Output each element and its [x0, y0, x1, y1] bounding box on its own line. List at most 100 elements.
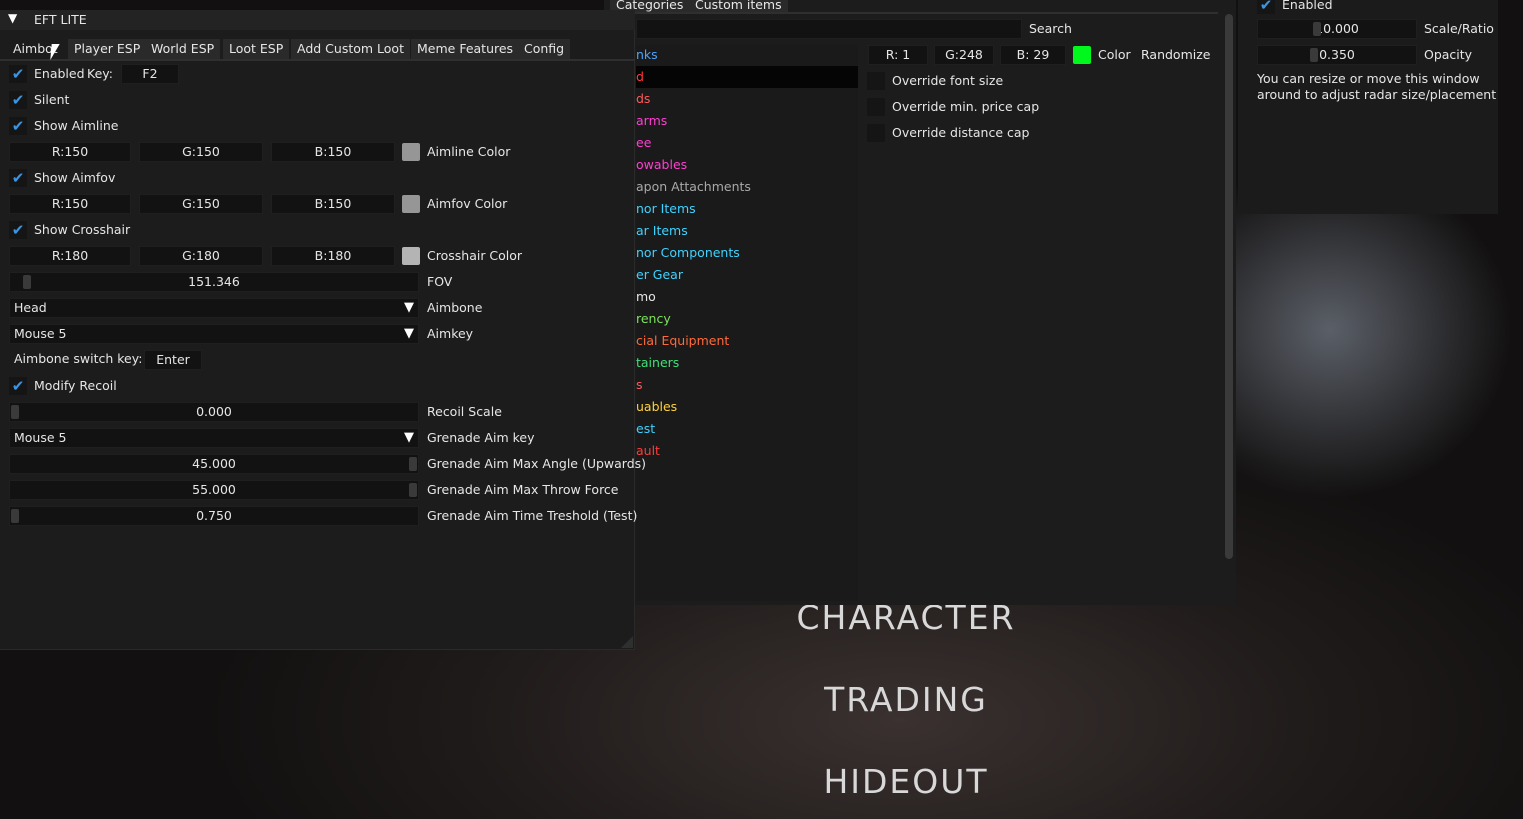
aimbone-switch-key-field[interactable]: Enter	[144, 350, 202, 370]
title-bar[interactable]	[0, 10, 635, 30]
loot-category-item[interactable]: nor Items	[636, 198, 696, 220]
show-aimfov-checkbox[interactable]: ✔	[9, 169, 27, 187]
loot-color-g-field[interactable]: G:248	[934, 45, 994, 65]
loot-category-item[interactable]: d	[636, 66, 644, 88]
loot-category-item[interactable]: rency	[636, 308, 671, 330]
loot-color-r-value: R: 1	[885, 47, 911, 62]
grenade-angle-knob[interactable]	[409, 457, 417, 471]
loot-category-item[interactable]: uables	[636, 396, 677, 418]
loot-category-item[interactable]: mo	[636, 286, 656, 308]
crosshair-r-field[interactable]: R:180	[9, 246, 131, 266]
aimkey-value: Mouse 5	[14, 326, 67, 341]
tab-config[interactable]: Config	[518, 39, 571, 59]
aimfov-g-field[interactable]: G:150	[139, 194, 263, 214]
tab-add-custom-loot[interactable]: Add Custom Loot	[291, 39, 410, 59]
loot-category-item[interactable]: s	[636, 374, 643, 396]
tab-loot-esp[interactable]: Loot ESP	[223, 39, 290, 59]
aimline-color-swatch[interactable]	[402, 143, 420, 161]
override-font-checkbox[interactable]: ✔	[867, 72, 885, 90]
aimbone-chevron-down-icon[interactable]: ▼	[404, 300, 414, 315]
radar-enabled-checkbox[interactable]: ✔	[1257, 0, 1275, 14]
aimline-g-field[interactable]: G:150	[139, 142, 263, 162]
resize-grip-icon[interactable]	[621, 636, 633, 648]
aimfov-b-field[interactable]: B:150	[271, 194, 395, 214]
loot-tab-underline	[604, 12, 1218, 14]
grenade-aim-key-dropdown[interactable]: Mouse 5	[9, 428, 419, 448]
loot-category-item[interactable]: cial Equipment	[636, 330, 729, 352]
loot-color-r-field[interactable]: R: 1	[868, 45, 928, 65]
aimkey-dropdown[interactable]: Mouse 5	[9, 324, 419, 344]
loot-category-item[interactable]: apon Attachments	[636, 176, 751, 198]
loot-category-item[interactable]: owables	[636, 154, 687, 176]
aimbone-switch-label: Aimbone switch key:	[14, 351, 143, 366]
aimline-r-field[interactable]: R:150	[9, 142, 131, 162]
loot-color-b-field[interactable]: B: 29	[1000, 45, 1066, 65]
fov-slider[interactable]: 151.346	[9, 272, 419, 292]
aimfov-r-field[interactable]: R:150	[9, 194, 131, 214]
recoil-scale-knob[interactable]	[11, 405, 19, 419]
grenade-force-knob[interactable]	[409, 483, 417, 497]
collapse-arrow-icon[interactable]: ▼	[8, 11, 17, 25]
radar-hint-line1: You can resize or move this window	[1257, 71, 1480, 86]
crosshair-color-swatch[interactable]	[402, 247, 420, 265]
menu-item-trading[interactable]: TRADING	[706, 680, 1106, 719]
radar-opacity-knob[interactable]	[1310, 48, 1318, 62]
grenade-key-chevron-down-icon[interactable]: ▼	[404, 430, 414, 445]
aimkey-chevron-down-icon[interactable]: ▼	[404, 326, 414, 341]
fov-label: FOV	[427, 274, 453, 289]
modify-recoil-checkbox[interactable]: ✔	[9, 377, 27, 395]
aimline-b-field[interactable]: B:150	[271, 142, 395, 162]
loot-category-item[interactable]: ar Items	[636, 220, 688, 242]
grenade-time-label: Grenade Aim Time Treshold (Test)	[427, 508, 638, 523]
grenade-force-slider[interactable]: 55.000	[9, 480, 419, 500]
loot-category-item[interactable]: est	[636, 418, 655, 440]
show-crosshair-checkbox[interactable]: ✔	[9, 221, 27, 239]
loot-category-item[interactable]: arms	[636, 110, 667, 132]
fov-slider-knob[interactable]	[23, 275, 31, 289]
aimbone-dropdown[interactable]: Head	[9, 298, 419, 318]
crosshair-b-field[interactable]: B:180	[271, 246, 395, 266]
key-binding-field[interactable]: F2	[121, 64, 179, 84]
aimfov-b-value: B:150	[314, 196, 352, 211]
aimfov-color-swatch[interactable]	[402, 195, 420, 213]
override-price-checkbox[interactable]: ✔	[867, 98, 885, 116]
grenade-time-slider[interactable]: 0.750	[9, 506, 419, 526]
silent-checkbox[interactable]: ✔	[9, 91, 27, 109]
radar-opacity-slider[interactable]: 0.350	[1257, 45, 1417, 65]
loot-category-item[interactable]: nks	[636, 44, 658, 66]
show-aimfov-label: Show Aimfov	[34, 170, 116, 185]
aimline-b-value: B:150	[314, 144, 352, 159]
loot-category-item[interactable]: tainers	[636, 352, 679, 374]
menu-item-hideout[interactable]: HIDEOUT	[706, 762, 1106, 801]
grenade-force-label: Grenade Aim Max Throw Force	[427, 482, 619, 497]
tab-world-esp[interactable]: World ESP	[145, 39, 221, 59]
loot-category-item[interactable]: ds	[636, 88, 650, 110]
loot-category-item[interactable]: ee	[636, 132, 651, 154]
loot-scrollbar[interactable]	[1225, 14, 1233, 559]
radar-hint-line2: around to adjust radar size/placement	[1257, 87, 1497, 102]
grenade-force-value: 55.000	[192, 482, 236, 497]
loot-category-item[interactable]: er Gear	[636, 264, 683, 286]
enabled-checkbox[interactable]: ✔	[9, 65, 27, 83]
override-font-label: Override font size	[892, 73, 1004, 88]
radar-scale-knob[interactable]	[1313, 22, 1321, 36]
loot-randomize-button[interactable]: Randomize	[1136, 45, 1216, 65]
grenade-time-knob[interactable]	[11, 509, 19, 523]
aimkey-label: Aimkey	[427, 326, 474, 341]
tab-meme-features[interactable]: Meme Features	[411, 39, 520, 59]
window-title: EFT LITE	[34, 12, 87, 27]
modify-recoil-label: Modify Recoil	[34, 378, 117, 393]
aimfov-r-value: R:150	[51, 196, 89, 211]
loot-category-item[interactable]: nor Components	[636, 242, 740, 264]
aimfov-g-value: G:150	[182, 196, 220, 211]
grenade-angle-label: Grenade Aim Max Angle (Upwards)	[427, 456, 647, 471]
loot-color-swatch[interactable]	[1073, 46, 1091, 64]
tab-player-esp[interactable]: Player ESP	[68, 39, 147, 59]
override-distance-checkbox[interactable]: ✔	[867, 124, 885, 142]
grenade-angle-slider[interactable]: 45.000	[9, 454, 419, 474]
loot-search-input[interactable]	[636, 19, 1022, 39]
recoil-scale-slider[interactable]: 0.000	[9, 402, 419, 422]
radar-scale-slider[interactable]: 10.000	[1257, 19, 1417, 39]
show-aimline-checkbox[interactable]: ✔	[9, 117, 27, 135]
crosshair-g-field[interactable]: G:180	[139, 246, 263, 266]
